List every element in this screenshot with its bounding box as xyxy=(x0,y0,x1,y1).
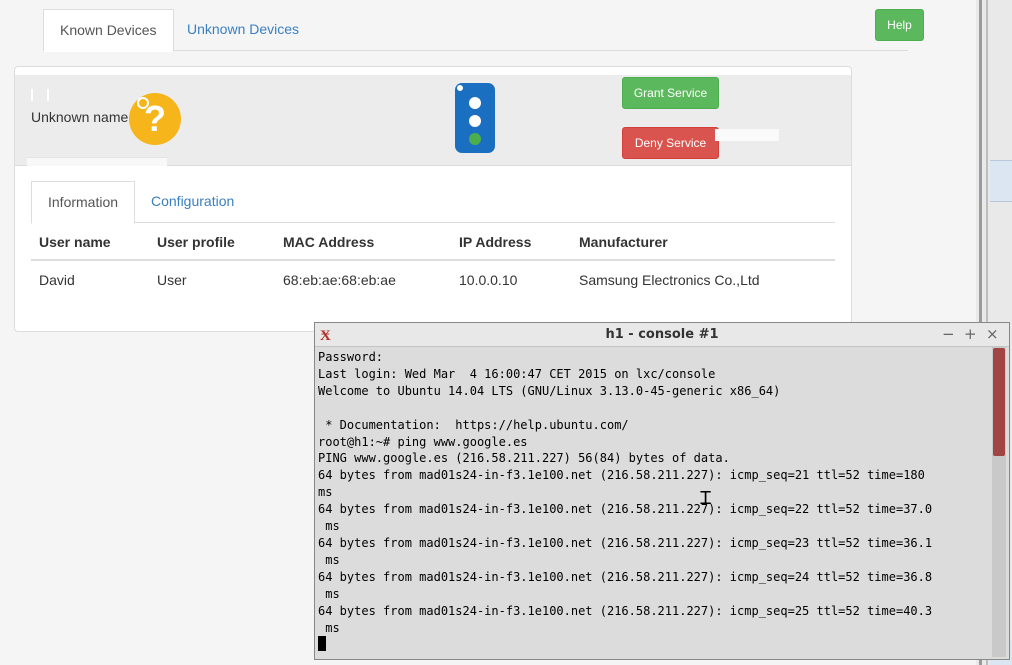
blank-field xyxy=(27,157,167,166)
question-dot xyxy=(137,97,149,109)
terminal-line: Welcome to Ubuntu 14.04 LTS (GNU/Linux 3… xyxy=(318,383,781,398)
terminal-line: 64 bytes from mad01s24-in-f3.1e100.net (… xyxy=(318,468,925,483)
device-panel: Unknown name ? Grant Service Deny Servic… xyxy=(14,66,852,332)
terminal-line: Last login: Wed Mar 4 16:00:47 CET 2015 … xyxy=(318,366,716,381)
tab-unknown-devices[interactable]: Unknown Devices xyxy=(171,9,315,49)
terminal-line: ms xyxy=(318,485,333,500)
device-header: Unknown name ? Grant Service Deny Servic… xyxy=(15,75,851,166)
tab-known-devices[interactable]: Known Devices xyxy=(43,9,174,52)
detail-tabs: Information Configuration xyxy=(31,181,835,224)
terminal-window[interactable]: Ӿ h1 - console #1 − + × Password: Last lo… xyxy=(314,322,1010,660)
close-icon[interactable]: × xyxy=(986,325,999,343)
terminal-line: 64 bytes from mad01s24-in-f3.1e100.net (… xyxy=(318,569,933,584)
terminal-line: PING www.google.es (216.58.211.227) 56(8… xyxy=(318,451,730,466)
tab-information[interactable]: Information xyxy=(31,181,136,224)
select-checkbox[interactable] xyxy=(31,89,49,101)
traffic-light-icon xyxy=(455,83,495,153)
scrollbar-thumb[interactable] xyxy=(993,348,1005,456)
terminal-line: ms xyxy=(318,552,340,567)
help-button[interactable]: Help xyxy=(875,9,924,41)
column-header: User name xyxy=(31,225,149,261)
light-middle xyxy=(469,115,481,127)
blank-field xyxy=(715,129,779,141)
table-cell: Samsung Electronics Co.,Ltd xyxy=(579,272,760,288)
terminal-line: Password: xyxy=(318,350,384,364)
terminal-cursor xyxy=(318,636,326,652)
text-cursor-icon: Ꮖ xyxy=(700,488,712,509)
terminal-line: 64 bytes from mad01s24-in-f3.1e100.net (… xyxy=(318,535,933,550)
side-panel-tab[interactable] xyxy=(990,160,1012,202)
terminal-titlebar[interactable]: Ӿ h1 - console #1 − + × xyxy=(315,323,1009,347)
table-row: David User 68:eb:ae:68:eb:ae 10.0.0.10 S… xyxy=(31,260,835,299)
device-info-table: User name User profile MAC Address IP Ad… xyxy=(31,225,835,299)
device-tabs: Known Devices Unknown Devices xyxy=(43,9,908,52)
column-header: IP Address xyxy=(451,225,571,261)
terminal-line: root@h1:~# ping www.google.es xyxy=(318,434,528,449)
column-header: MAC Address xyxy=(275,225,451,261)
traffic-light-notch xyxy=(456,84,464,92)
maximize-icon[interactable]: + xyxy=(964,325,977,343)
terminal-scrollbar[interactable] xyxy=(992,347,1006,657)
table-header-row: User name User profile MAC Address IP Ad… xyxy=(31,225,835,261)
terminal-line: ms xyxy=(318,519,340,534)
column-header: Manufacturer xyxy=(571,225,835,261)
tab-configuration[interactable]: Configuration xyxy=(135,181,250,221)
terminal-output[interactable]: Password: Last login: Wed Mar 4 16:00:47 … xyxy=(318,349,988,655)
light-bottom xyxy=(469,133,481,145)
terminal-line: 64 bytes from mad01s24-in-f3.1e100.net (… xyxy=(318,502,933,517)
table-cell: 10.0.0.10 xyxy=(459,272,518,288)
device-name: Unknown name xyxy=(31,109,129,125)
terminal-line: * Documentation: https://help.ubuntu.com… xyxy=(318,417,629,432)
terminal-line: ms xyxy=(318,620,340,635)
column-header: User profile xyxy=(149,225,275,261)
terminal-line: ms xyxy=(318,586,340,601)
deny-service-button[interactable]: Deny Service xyxy=(622,127,719,159)
table-cell: User xyxy=(157,272,187,288)
question-icon: ? xyxy=(129,93,181,145)
minimize-icon[interactable]: − xyxy=(942,325,955,343)
grant-service-button[interactable]: Grant Service xyxy=(622,77,719,109)
terminal-line: 64 bytes from mad01s24-in-f3.1e100.net (… xyxy=(318,603,933,618)
table-cell: 68:eb:ae:68:eb:ae xyxy=(283,272,396,288)
light-top xyxy=(469,97,481,109)
terminal-title: h1 - console #1 xyxy=(605,327,719,342)
table-cell: David xyxy=(39,272,75,288)
